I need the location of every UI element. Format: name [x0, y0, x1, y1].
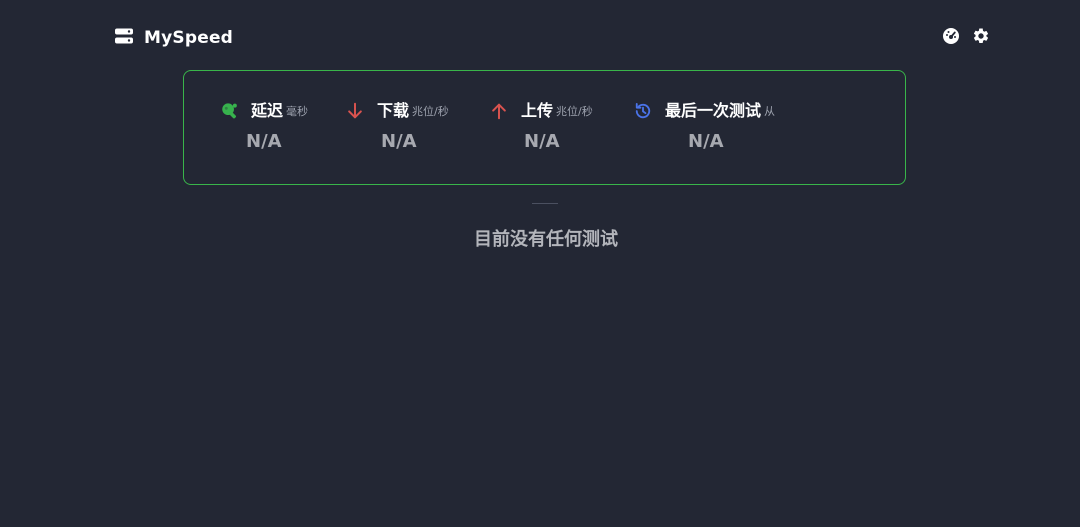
history-icon: [633, 101, 653, 121]
stat-last-test-label: 最后一次测试 从: [633, 97, 775, 121]
divider: [532, 203, 558, 204]
settings-button[interactable]: [972, 27, 990, 49]
stat-download-value: N/A: [381, 131, 417, 152]
stat-download-title: 下载: [377, 101, 410, 120]
brand: MySpeed: [114, 26, 233, 50]
stat-ping-label: 延迟 毫秒: [219, 97, 308, 121]
gear-icon: [972, 27, 990, 49]
stat-ping-value: N/A: [246, 131, 282, 152]
stat-ping-title: 延迟: [251, 101, 284, 120]
stat-last-test: 最后一次测试 从 N/A: [633, 97, 775, 152]
stat-upload-value: N/A: [524, 131, 560, 152]
ping-pong-icon: [219, 101, 239, 121]
stat-last-test-unit: 从: [764, 105, 776, 118]
stat-ping: 延迟 毫秒 N/A: [219, 97, 308, 152]
stat-upload-label: 上传 兆位/秒: [489, 97, 593, 121]
app-header: MySpeed: [114, 26, 990, 50]
server-icon: [114, 26, 134, 50]
stat-ping-unit: 毫秒: [286, 105, 309, 118]
stat-upload-unit: 兆位/秒: [556, 105, 593, 118]
app-title: MySpeed: [144, 28, 234, 48]
stat-upload: 上传 兆位/秒 N/A: [489, 97, 593, 152]
header-actions: [942, 27, 990, 49]
arrow-down-icon: [345, 101, 365, 121]
arrow-up-icon: [489, 101, 509, 121]
stat-last-test-value: N/A: [688, 131, 724, 152]
speed-test-button[interactable]: [942, 27, 960, 49]
stat-download-label: 下载 兆位/秒: [345, 97, 449, 121]
stat-upload-title: 上传: [521, 101, 554, 120]
stat-download: 下载 兆位/秒 N/A: [345, 97, 449, 152]
stats-card: 延迟 毫秒 N/A 下载 兆位/秒 N/A 上传 兆位/秒 N/A 最后一次测试…: [183, 70, 906, 185]
speedometer-icon: [942, 27, 960, 49]
stat-download-unit: 兆位/秒: [412, 105, 449, 118]
stat-last-test-title: 最后一次测试: [665, 101, 762, 120]
empty-state-message: 目前没有任何测试: [474, 229, 618, 250]
